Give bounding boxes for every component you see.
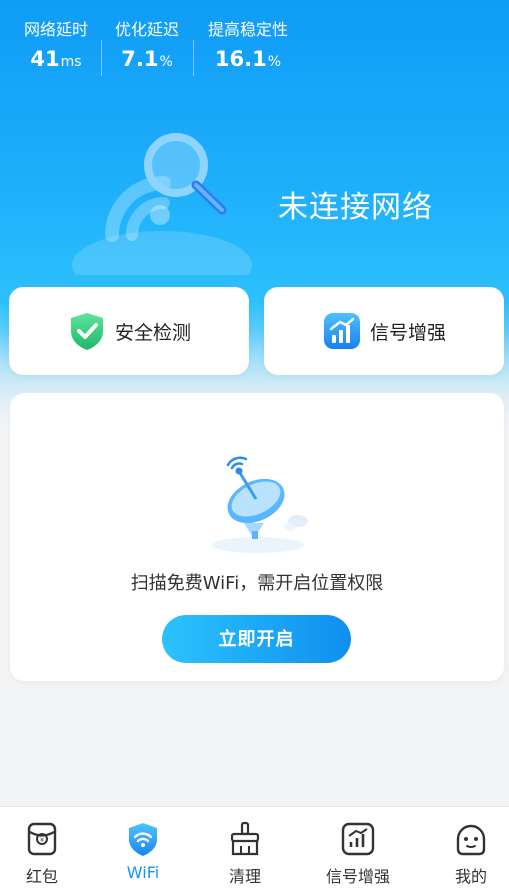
svg-text:¥: ¥ [40, 837, 44, 844]
signal-chart-icon [341, 822, 375, 856]
signal-boost-button[interactable]: 信号增强 [264, 287, 504, 375]
signal-chart-icon [323, 313, 360, 349]
shield-check-icon [70, 313, 103, 350]
stat-optimize-unit: % [159, 54, 173, 70]
stat-divider [101, 40, 102, 76]
stat-stability-label: 提高稳定性 [207, 20, 288, 39]
stat-latency: 网络延时 41ms [20, 18, 92, 79]
stat-latency-value: 41ms [20, 42, 92, 79]
stat-stability-unit: % [267, 54, 282, 70]
tab-clean-label: 清理 [228, 867, 261, 886]
stat-optimize: 优化延迟 7.1% [110, 18, 184, 79]
security-check-label: 安全检测 [114, 321, 191, 344]
bottom-tab-bar: ¥ 红包 WiFi 清理 信号增强 我的 [0, 806, 509, 891]
stat-optimize-label: 优化延迟 [114, 20, 179, 39]
wifi-icon [129, 823, 157, 856]
radar-magnifier-icon [72, 133, 252, 275]
stat-latency-unit: ms [60, 54, 82, 70]
connection-status: 未连接网络 [278, 190, 433, 225]
tab-profile-label: 我的 [454, 867, 487, 886]
stat-optimize-number: 7.1 [121, 47, 159, 71]
satellite-dish-icon [212, 456, 308, 553]
network-stats: 网络延时 41ms 优化延迟 7.1% 提高稳定性 16.1% [0, 18, 310, 78]
stat-optimize-value: 7.1% [110, 42, 184, 79]
tab-red-packet-label: 红包 [25, 867, 58, 886]
tab-signal-boost-label: 信号增强 [325, 867, 390, 886]
stat-stability-number: 16.1 [214, 47, 267, 71]
enable-location-button[interactable]: 立即开启 [162, 615, 351, 663]
broom-icon [230, 821, 260, 856]
stat-stability-value: 16.1% [202, 42, 294, 79]
red-packet-icon: ¥ [27, 822, 57, 856]
security-check-button[interactable]: 安全检测 [9, 287, 249, 375]
tab-red-packet[interactable]: ¥ 红包 [0, 807, 84, 891]
wifi-scan-card: 扫描免费WiFi，需开启位置权限 立即开启 [10, 393, 504, 681]
stat-stability: 提高稳定性 16.1% [202, 18, 294, 79]
stat-divider [193, 40, 194, 76]
signal-boost-label: 信号增强 [369, 321, 446, 344]
stat-latency-label: 网络延时 [23, 20, 88, 39]
tab-wifi-label: WiFi [126, 863, 160, 882]
wifi-permission-message: 扫描免费WiFi，需开启位置权限 [130, 573, 384, 594]
tab-signal-boost[interactable]: 信号增强 [312, 807, 404, 891]
tab-clean[interactable]: 清理 [204, 807, 286, 891]
profile-face-icon [456, 824, 486, 856]
tab-wifi[interactable]: WiFi [102, 807, 184, 891]
stat-latency-number: 41 [30, 47, 60, 71]
tab-profile[interactable]: 我的 [430, 807, 509, 891]
